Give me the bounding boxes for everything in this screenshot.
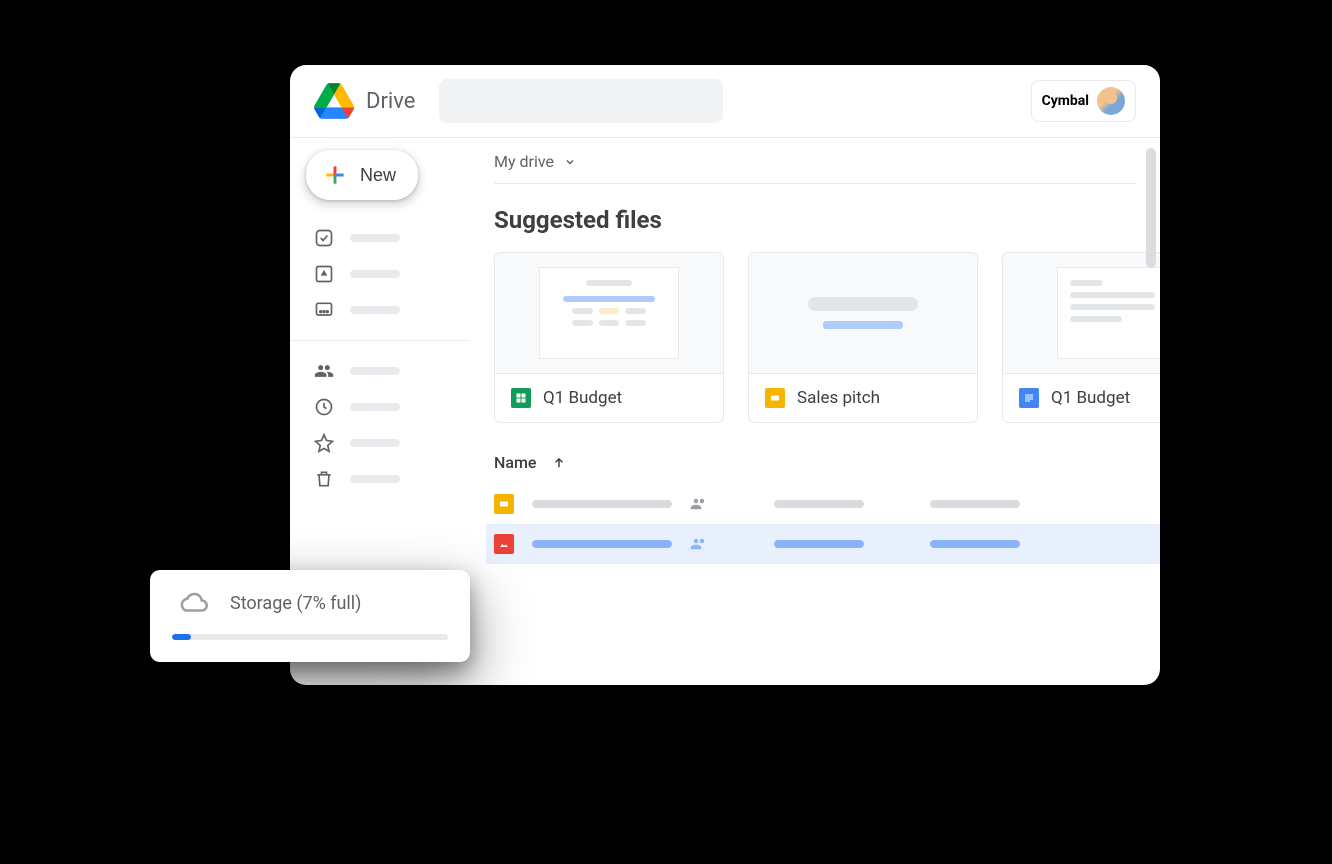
slides-icon [765, 388, 785, 408]
shared-icon [690, 535, 708, 553]
file-list [494, 484, 1160, 564]
account-label: Cymbal [1042, 93, 1089, 109]
sidebar-item-trash[interactable] [306, 463, 469, 495]
sheets-icon [511, 388, 531, 408]
file-name: Q1 Budget [1051, 388, 1130, 408]
file-card[interactable]: Q1 Budget [494, 252, 724, 423]
sidebar-item-priority[interactable] [306, 222, 469, 254]
docs-icon [1019, 388, 1039, 408]
sidebar-divider [290, 340, 469, 341]
cloud-icon [172, 588, 214, 618]
breadcrumb[interactable]: My drive [494, 152, 1136, 184]
search-input[interactable] [439, 79, 723, 123]
sidebar-item-recent[interactable] [306, 391, 469, 423]
app-header: Drive Cymbal [290, 65, 1160, 138]
sidebar-item-starred[interactable] [306, 427, 469, 459]
app-title: Drive [366, 89, 415, 114]
table-row[interactable] [494, 484, 1160, 524]
clock-icon [314, 397, 334, 417]
scrollbar[interactable] [1146, 148, 1156, 268]
drive-logo-icon [314, 83, 354, 119]
chevron-down-icon [564, 156, 576, 168]
computer-icon [314, 300, 334, 320]
new-button-label: New [360, 165, 396, 186]
sidebar-item-mydrive[interactable] [306, 258, 469, 290]
column-name: Name [494, 453, 536, 472]
file-card[interactable]: Q1 Budget [1002, 252, 1160, 423]
people-icon [314, 361, 334, 381]
sidebar-item-computers[interactable] [306, 294, 469, 326]
file-name: Q1 Budget [543, 388, 622, 408]
plus-icon [322, 162, 348, 188]
storage-progress [172, 634, 448, 640]
drive-square-icon [314, 264, 334, 284]
image-icon [494, 534, 514, 554]
shared-icon [690, 495, 708, 513]
table-row[interactable] [486, 524, 1160, 564]
storage-label: Storage (7% full) [230, 593, 361, 614]
sidebar-item-shared[interactable] [306, 355, 469, 387]
main-content: My drive Suggested files [470, 138, 1160, 685]
file-name: Sales pitch [797, 388, 880, 408]
storage-card[interactable]: Storage (7% full) [150, 570, 470, 662]
trash-icon [314, 469, 334, 489]
suggested-cards: Q1 Budget Sales pitc [494, 252, 1160, 423]
new-button[interactable]: New [306, 150, 418, 200]
check-square-icon [314, 228, 334, 248]
arrow-up-icon [552, 456, 566, 470]
storage-progress-fill [172, 634, 191, 640]
avatar [1097, 87, 1125, 115]
account-switcher[interactable]: Cymbal [1031, 80, 1136, 122]
breadcrumb-label: My drive [494, 152, 554, 171]
table-header[interactable]: Name [494, 447, 1160, 478]
slides-icon [494, 494, 514, 514]
suggested-title: Suggested files [494, 206, 1160, 234]
star-icon [314, 433, 334, 453]
file-card[interactable]: Sales pitch [748, 252, 978, 423]
